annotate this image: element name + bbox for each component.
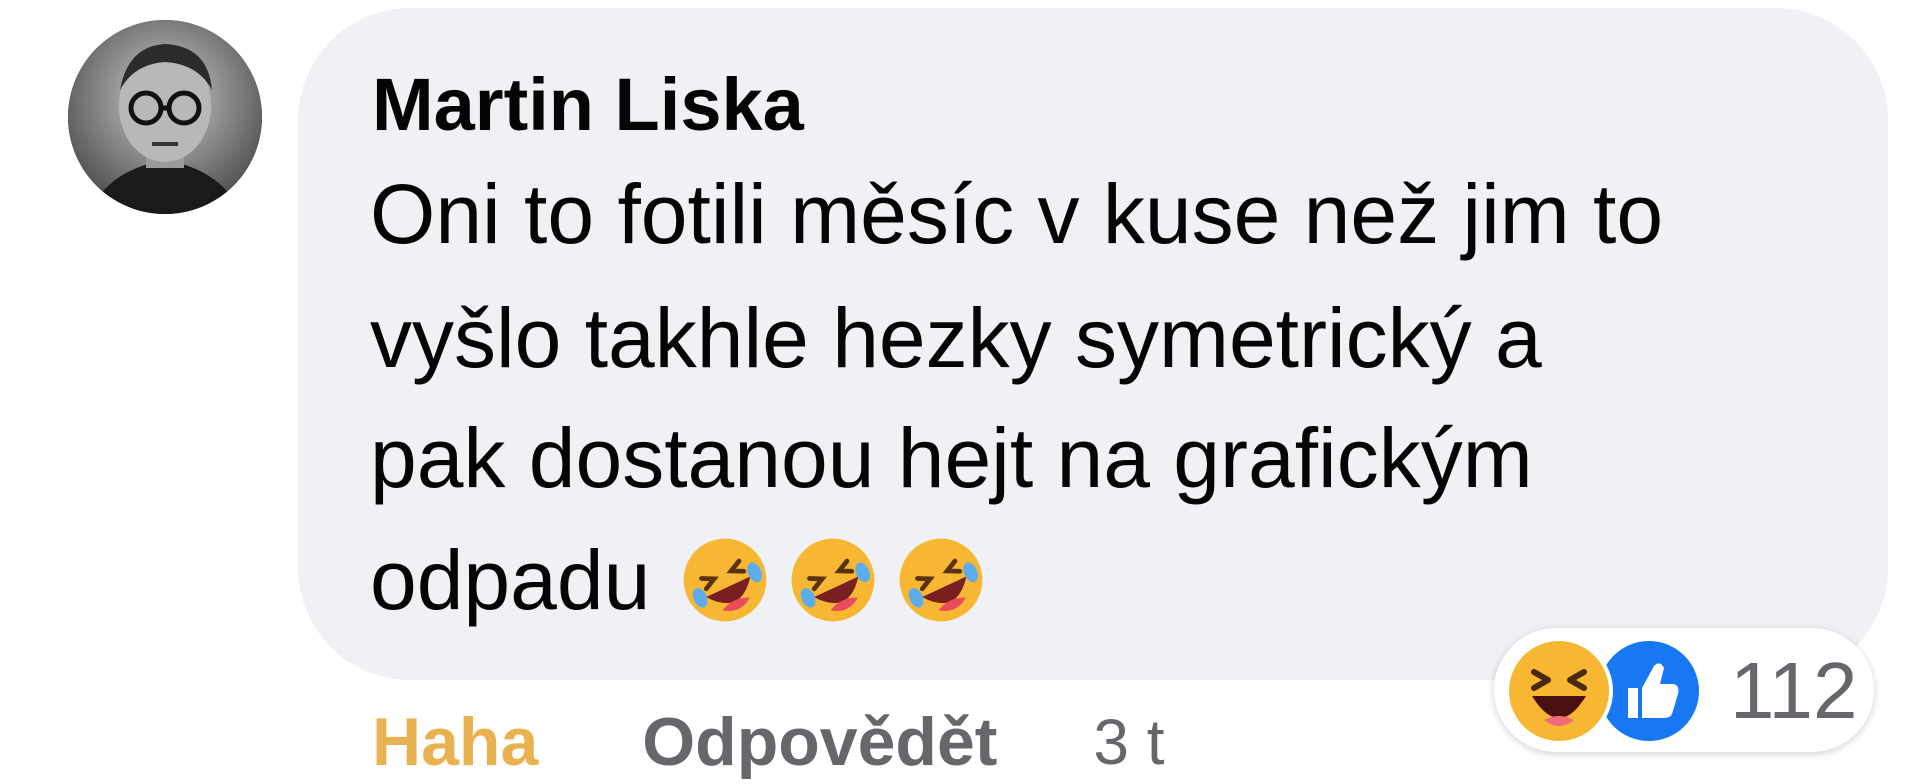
comment-text-line: Oni to fotili měsíc v kuse než jim to bbox=[370, 167, 1664, 261]
avatar[interactable] bbox=[68, 20, 262, 214]
comment-container: Martin Liska Oni to fotili měsíc v kuse … bbox=[0, 0, 1920, 784]
rolling-on-floor-laughing-icon bbox=[899, 538, 983, 622]
comment-author[interactable]: Martin Liska bbox=[372, 62, 804, 148]
haha-reaction-button[interactable]: Haha bbox=[372, 703, 538, 781]
reply-button[interactable]: Odpovědět bbox=[642, 703, 997, 781]
avatar-image bbox=[68, 20, 262, 214]
emoji-group bbox=[678, 533, 988, 627]
comment-text-line: odpadu bbox=[370, 533, 651, 627]
comment-text-line: vyšlo takhle hezky symetrický a bbox=[370, 291, 1542, 385]
comment-text-line: pak dostanou hejt na grafickým bbox=[370, 411, 1533, 505]
reaction-count: 112 bbox=[1730, 646, 1858, 735]
comment-actions: Haha Odpovědět 3 t bbox=[372, 700, 1165, 784]
haha-icon bbox=[1505, 637, 1613, 745]
rolling-on-floor-laughing-icon bbox=[791, 538, 875, 622]
rolling-on-floor-laughing-icon bbox=[683, 538, 767, 622]
reactions-summary[interactable]: 112 bbox=[1494, 628, 1874, 752]
comment-timestamp[interactable]: 3 t bbox=[1093, 705, 1164, 779]
comment-text-line-last: odpadu bbox=[370, 530, 988, 630]
